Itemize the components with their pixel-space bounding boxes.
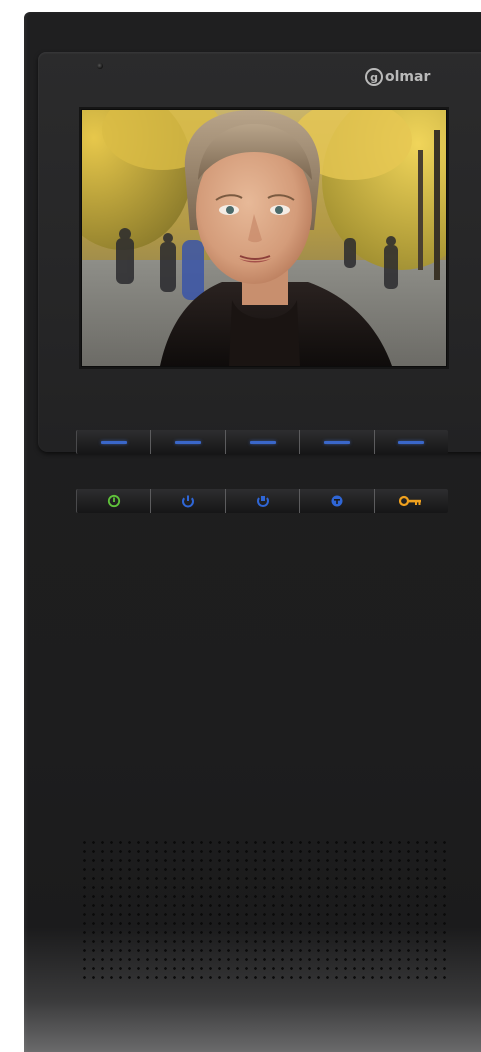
control-key-row [76,489,449,513]
monitor-button[interactable] [225,489,301,513]
camera-lens-icon [97,63,103,69]
handset-button[interactable] [151,489,226,513]
power-icon [107,494,121,508]
indicator-dash-icon [249,440,276,444]
indicator-dash-icon [100,440,127,444]
brand-logo: g olmar [365,66,430,88]
brand-logo-mark: g [365,68,383,86]
indicator-dash-icon [323,440,350,444]
video-screen [81,109,447,367]
indicator-dash-icon [175,440,202,444]
function-key-2[interactable] [151,430,226,454]
function-key-1[interactable] [76,430,152,454]
intercom-icon [330,494,344,508]
speaker-grille [80,838,446,984]
handset-icon [181,494,195,508]
indicator-dash-icon [398,440,425,444]
monitor-icon [256,494,270,508]
function-key-5[interactable] [374,430,449,454]
function-key-3[interactable] [225,430,301,454]
door-open-button[interactable] [374,489,449,513]
power-button[interactable] [76,489,152,513]
brand-logo-text: olmar [385,69,431,85]
intercom-button[interactable] [300,489,375,513]
video-feed-image [82,110,446,366]
function-key-4[interactable] [300,430,375,454]
function-key-row [76,430,449,454]
key-icon [399,495,423,507]
